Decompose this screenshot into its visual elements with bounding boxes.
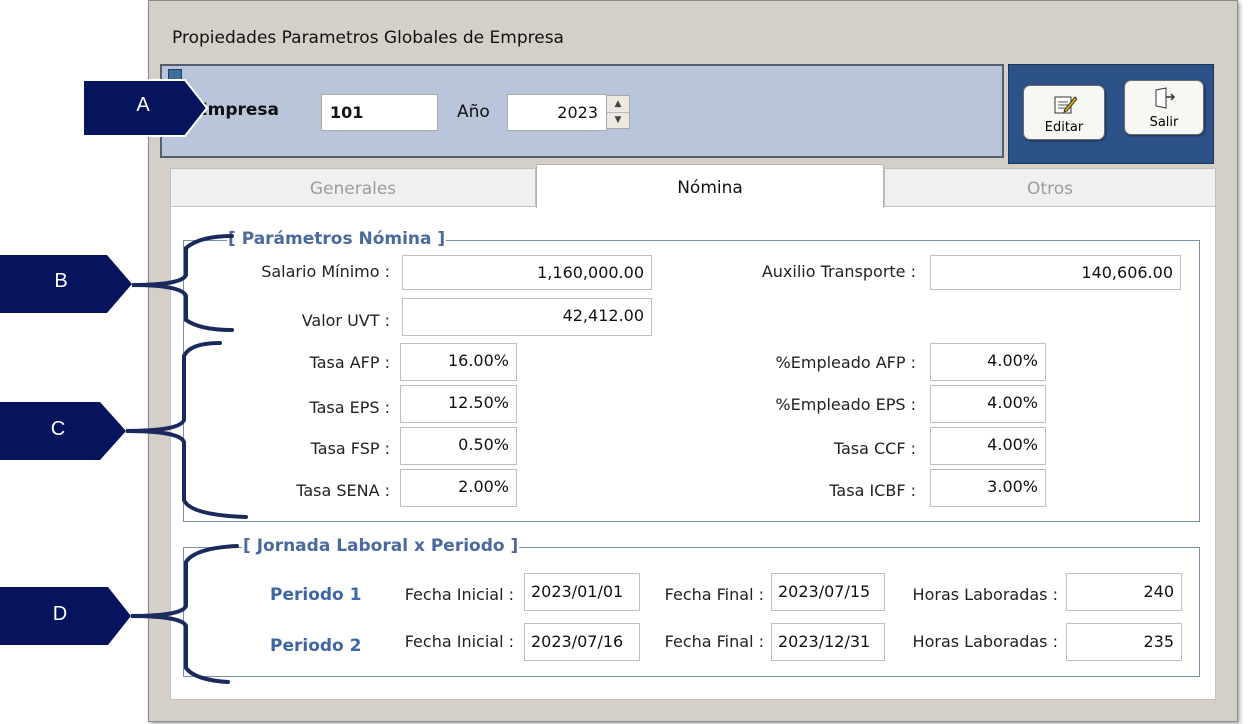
callout-b-label: B — [54, 270, 68, 292]
callout-d-label: D — [52, 603, 68, 625]
brace-b — [131, 234, 234, 332]
brace-c — [125, 341, 248, 519]
brace-d — [130, 544, 239, 684]
callout-a-label: A — [136, 94, 150, 116]
callout-c-label: C — [50, 418, 66, 440]
callout-annotations — [0, 79, 248, 684]
